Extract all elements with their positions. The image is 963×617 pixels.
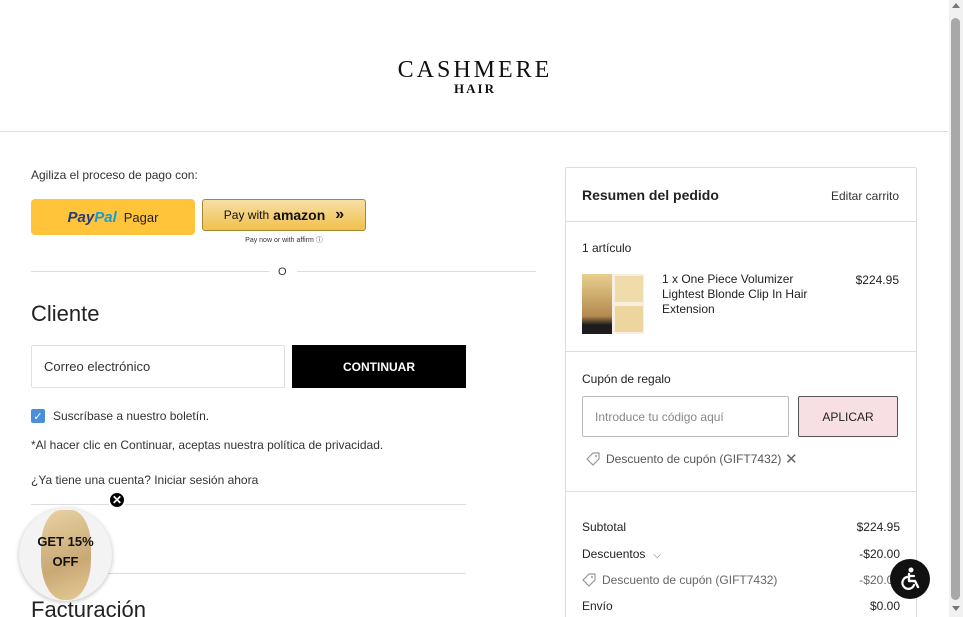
promo-text: GET 15% OFF	[37, 534, 94, 569]
edit-cart-link[interactable]: Editar carrito	[831, 189, 899, 203]
account-prompt: ¿Ya tiene una cuenta? Iniciar sesión aho…	[31, 473, 258, 487]
amazon-pay-button[interactable]: Pay with amazon »	[202, 199, 366, 231]
chevron-down-icon[interactable]: ⌵	[653, 550, 661, 561]
applied-coupon-chip: Descuento de cupón (GIFT7432)	[586, 452, 781, 466]
amazon-chevron-icon: »	[335, 206, 345, 223]
paypal-logo-pal: Pal	[94, 208, 117, 226]
paypal-button-label: Pagar	[123, 209, 159, 225]
privacy-note: *Al hacer clic en Continuar, aceptas nue…	[31, 438, 384, 452]
divider-or-text: O	[278, 266, 287, 278]
shipping-row: Envío $0.00	[582, 599, 900, 613]
continue-button[interactable]: CONTINUAR	[292, 345, 466, 388]
accessibility-glyph	[901, 567, 920, 590]
sign-in-link[interactable]: Iniciar sesión ahora	[154, 473, 258, 487]
scroll-thumb[interactable]	[951, 18, 960, 600]
tag-icon	[586, 452, 600, 466]
email-field[interactable]	[31, 345, 285, 388]
product-price: $224.95	[855, 273, 899, 287]
discounts-label: Descuentos	[582, 547, 646, 561]
paypal-button[interactable]: Pay Pal Pagar	[31, 199, 195, 235]
summary-title: Resumen del pedido	[582, 187, 719, 203]
newsletter-checkbox[interactable]: ✓	[31, 409, 45, 423]
express-checkout-label: Agiliza el proceso de pago con:	[31, 168, 198, 182]
amazon-pay-prefix: Pay with	[223, 208, 270, 222]
page-scrollbar[interactable]	[949, 0, 963, 617]
scroll-down-arrow-icon[interactable]	[952, 606, 960, 611]
brand-subname: HAIR	[454, 81, 496, 96]
coupon-discount-label: Descuento de cupón (GIFT7432)	[602, 573, 778, 587]
subtotal-row: Subtotal $224.95	[582, 520, 900, 534]
applied-coupon-text: Descuento de cupón (GIFT7432)	[606, 452, 782, 466]
item-count: 1 artículo	[582, 241, 632, 255]
remove-coupon-close-icon[interactable]: ✕	[785, 452, 798, 467]
account-question: ¿Ya tiene una cuenta?	[31, 473, 151, 487]
shipping-value: $0.00	[869, 599, 900, 613]
divider-line	[31, 271, 269, 272]
tag-icon	[582, 573, 596, 587]
subtotal-label: Subtotal	[582, 520, 627, 534]
coupon-label: Cupón de regalo	[582, 372, 671, 386]
site-header: CASHMERE HAIR	[0, 0, 948, 132]
customer-heading: Cliente	[31, 301, 100, 326]
summary-divider	[566, 351, 916, 352]
scroll-up-arrow-icon[interactable]	[952, 3, 960, 8]
discount-promo-badge[interactable]: GET 15% OFF	[19, 508, 112, 601]
coupon-input[interactable]	[582, 396, 789, 437]
amazon-logo: amazon	[273, 207, 326, 223]
brand-name: CASHMERE	[397, 57, 553, 83]
section-divider	[31, 504, 466, 505]
accessibility-icon[interactable]	[890, 559, 930, 599]
brand-logo[interactable]: CASHMERE HAIR	[389, 58, 561, 96]
discounts-row[interactable]: Descuentos ⌵ -$20.00	[582, 547, 900, 561]
paypal-logo-pay: Pay	[67, 208, 95, 226]
affirm-note[interactable]: Pay now or with affirm ⓘ	[202, 235, 366, 245]
billing-heading: Facturación	[31, 597, 146, 617]
order-summary: Resumen del pedido Editar carrito 1 artí…	[565, 167, 917, 617]
shipping-label: Envío	[582, 599, 613, 613]
summary-header: Resumen del pedido Editar carrito	[566, 168, 916, 222]
product-thumbnail	[582, 274, 644, 334]
apply-coupon-button[interactable]: APLICAR	[798, 396, 898, 437]
promo-close-icon[interactable]: ✕	[108, 491, 126, 509]
discounts-value: -$20.00	[859, 547, 900, 561]
checkmark-icon: ✓	[33, 410, 43, 423]
coupon-discount-row: Descuento de cupón (GIFT7432) -$20.00	[582, 573, 900, 587]
product-name: 1 x One Piece Volumizer Lightest Blonde …	[662, 272, 808, 316]
summary-divider	[566, 491, 916, 492]
newsletter-label[interactable]: Suscríbase a nuestro boletín.	[53, 409, 209, 423]
divider-line	[297, 271, 536, 272]
subtotal-value: $224.95	[856, 520, 900, 534]
